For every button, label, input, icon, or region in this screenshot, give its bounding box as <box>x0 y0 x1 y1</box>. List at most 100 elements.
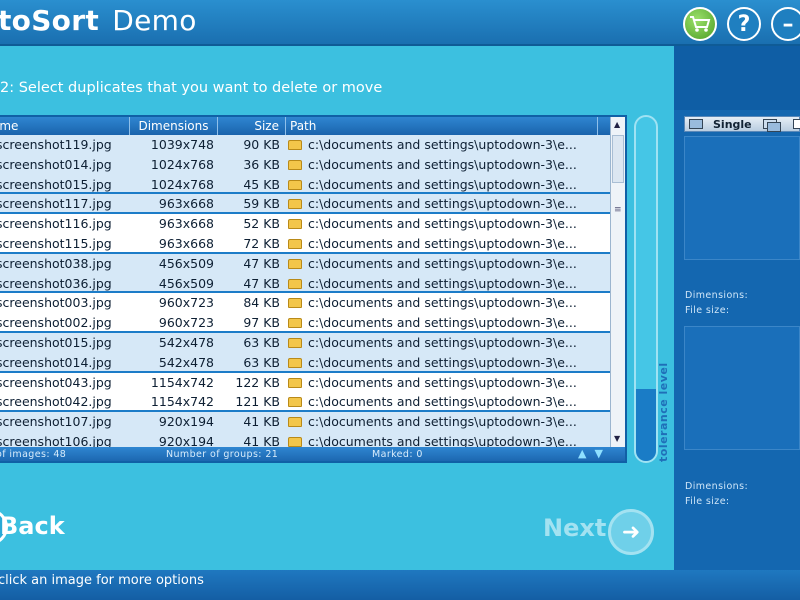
preview-1-filesize-label: File size: <box>685 305 730 316</box>
file-dimensions: 1154x742 <box>150 374 214 390</box>
column-size-header[interactable]: Size <box>218 117 286 135</box>
file-path: c:\documents and settings\uptodown-3\e..… <box>288 177 577 192</box>
folder-icon <box>288 318 302 329</box>
file-path-text: c:\documents and settings\uptodown-3\e..… <box>308 275 577 291</box>
column-dimensions-header[interactable]: Dimensions <box>130 117 218 135</box>
table-row[interactable]: screenshot003.jpg 960x723 84 KB c:\document… <box>0 293 610 314</box>
file-dimensions: 456x509 <box>158 255 214 271</box>
file-size: 63 KB <box>243 354 280 370</box>
file-name[interactable]: screenshot107.jpg <box>0 414 112 429</box>
table-row[interactable]: screenshot117.jpg 963x668 59 KB c:\document… <box>0 194 610 215</box>
file-name[interactable]: screenshot014.jpg <box>0 157 112 172</box>
minimize-icon: – <box>782 11 794 37</box>
compare-view-icon[interactable] <box>767 122 781 132</box>
table-row[interactable]: screenshot002.jpg 960x723 97 KB c:\document… <box>0 313 610 333</box>
preview-panel-header <box>674 46 800 110</box>
file-dimensions: 542x478 <box>158 354 214 370</box>
table-row[interactable]: screenshot038.jpg 456x509 47 KB c:\document… <box>0 253 610 274</box>
app-demo-label: Demo <box>112 4 197 37</box>
folder-icon <box>288 159 302 170</box>
table-row[interactable]: screenshot015.jpg 542x478 63 KB c:\document… <box>0 332 610 353</box>
file-path-text: c:\documents and settings\uptodown-3\e..… <box>308 334 577 350</box>
file-path: c:\documents and settings\uptodown-3\e..… <box>288 315 577 330</box>
grid-view-icon[interactable] <box>793 119 800 129</box>
next-arrow-icon: ➜ <box>621 519 641 545</box>
file-size: 63 KB <box>243 334 280 350</box>
preview-image-2[interactable] <box>684 326 800 450</box>
file-size: 52 KB <box>243 216 280 232</box>
file-dimensions: 1024x768 <box>150 176 214 192</box>
file-size: 72 KB <box>243 235 280 251</box>
file-dimensions: 542x478 <box>158 334 214 350</box>
file-name[interactable]: screenshot036.jpg <box>0 276 112 291</box>
table-row[interactable]: screenshot014.jpg 1024x768 36 KB c:\documen… <box>0 154 610 175</box>
file-size: 47 KB <box>243 255 280 271</box>
table-row[interactable]: screenshot036.jpg 456x509 47 KB c:\document… <box>0 273 610 294</box>
app-name: toSort <box>0 4 100 37</box>
file-dimensions: 456x509 <box>158 275 214 291</box>
file-path: c:\documents and settings\uptodown-3\e..… <box>288 216 577 231</box>
scroll-up-icon[interactable]: ▲ <box>614 120 620 129</box>
folder-icon <box>288 377 302 388</box>
file-path-text: c:\documents and settings\uptodown-3\e..… <box>308 414 577 430</box>
table-row[interactable]: screenshot119.jpg 1039x748 90 KB c:\documen… <box>0 135 610 155</box>
minimize-button[interactable]: – <box>771 7 800 41</box>
table-row[interactable]: screenshot042.jpg 1154x742 121 KB c:\docume… <box>0 392 610 413</box>
file-size: 36 KB <box>243 156 280 172</box>
file-name[interactable]: screenshot117.jpg <box>0 196 112 211</box>
table-row[interactable]: screenshot115.jpg 963x668 72 KB c:\document… <box>0 233 610 254</box>
file-name[interactable]: screenshot015.jpg <box>0 177 112 192</box>
next-button[interactable]: Next <box>543 514 606 542</box>
file-name[interactable]: screenshot119.jpg <box>0 137 112 152</box>
next-button-circle[interactable]: ➜ <box>608 509 654 555</box>
folder-icon <box>288 278 302 289</box>
file-name[interactable]: screenshot002.jpg <box>0 315 112 330</box>
table-row[interactable]: screenshot015.jpg 1024x768 45 KB c:\documen… <box>0 174 610 195</box>
view-mode-tabs[interactable]: Single <box>684 116 800 132</box>
preview-image-1[interactable] <box>684 136 800 260</box>
folder-icon <box>288 219 302 230</box>
file-path: c:\documents and settings\uptodown-3\e..… <box>288 196 577 211</box>
column-path-header[interactable]: Path <box>286 117 598 135</box>
file-name[interactable]: screenshot042.jpg <box>0 394 112 409</box>
file-name[interactable]: screenshot038.jpg <box>0 256 112 271</box>
column-name-header[interactable]: ame <box>0 117 130 135</box>
table-row[interactable]: screenshot116.jpg 963x668 52 KB c:\document… <box>0 214 610 234</box>
back-button[interactable]: Back <box>0 512 65 540</box>
table-row[interactable]: screenshot043.jpg 1154x742 122 KB c:\docume… <box>0 372 610 393</box>
scroll-down-icon[interactable]: ▼ <box>614 434 620 443</box>
file-path: c:\documents and settings\uptodown-3\e..… <box>288 295 577 310</box>
group-navigation-icon[interactable]: ▲▼ <box>578 447 611 460</box>
folder-icon <box>288 436 302 447</box>
help-button[interactable]: ? <box>727 7 761 41</box>
single-view-icon[interactable] <box>689 119 703 129</box>
table-row[interactable]: screenshot014.jpg 542x478 63 KB c:\document… <box>0 352 610 373</box>
status-bar: click an image for more options <box>0 570 800 600</box>
file-dimensions: 920x194 <box>158 414 214 430</box>
tolerance-label: tolerance level <box>657 362 670 462</box>
table-body: screenshot119.jpg 1039x748 90 KB c:\documen… <box>0 135 610 452</box>
file-path-text: c:\documents and settings\uptodown-3\e..… <box>308 137 577 152</box>
file-name[interactable]: screenshot015.jpg <box>0 335 112 350</box>
table-vertical-scrollbar[interactable]: ▲ ≡ ▼ <box>610 117 625 447</box>
file-dimensions: 963x668 <box>158 196 214 212</box>
buy-cart-button[interactable] <box>683 7 717 41</box>
file-name[interactable]: screenshot115.jpg <box>0 236 112 251</box>
table-row[interactable]: screenshot107.jpg 920x194 41 KB c:\document… <box>0 412 610 432</box>
file-path-text: c:\documents and settings\uptodown-3\e..… <box>308 176 577 192</box>
file-name[interactable]: screenshot014.jpg <box>0 355 112 370</box>
file-path-text: c:\documents and settings\uptodown-3\e..… <box>308 235 577 251</box>
folder-icon <box>288 417 302 428</box>
preview-1-dimensions-label: Dimensions: <box>685 290 749 301</box>
file-dimensions: 1039x748 <box>150 137 214 152</box>
file-path-text: c:\documents and settings\uptodown-3\e..… <box>308 315 577 331</box>
tab-single[interactable]: Single <box>713 118 752 131</box>
help-icon: ? <box>737 11 751 37</box>
folder-icon <box>288 298 302 309</box>
file-name[interactable]: screenshot043.jpg <box>0 375 112 390</box>
scroll-thumb[interactable] <box>612 135 624 183</box>
file-size: 59 KB <box>243 196 280 212</box>
file-name[interactable]: screenshot116.jpg <box>0 216 112 231</box>
file-name[interactable]: screenshot003.jpg <box>0 295 112 310</box>
tolerance-slider[interactable] <box>634 115 658 463</box>
